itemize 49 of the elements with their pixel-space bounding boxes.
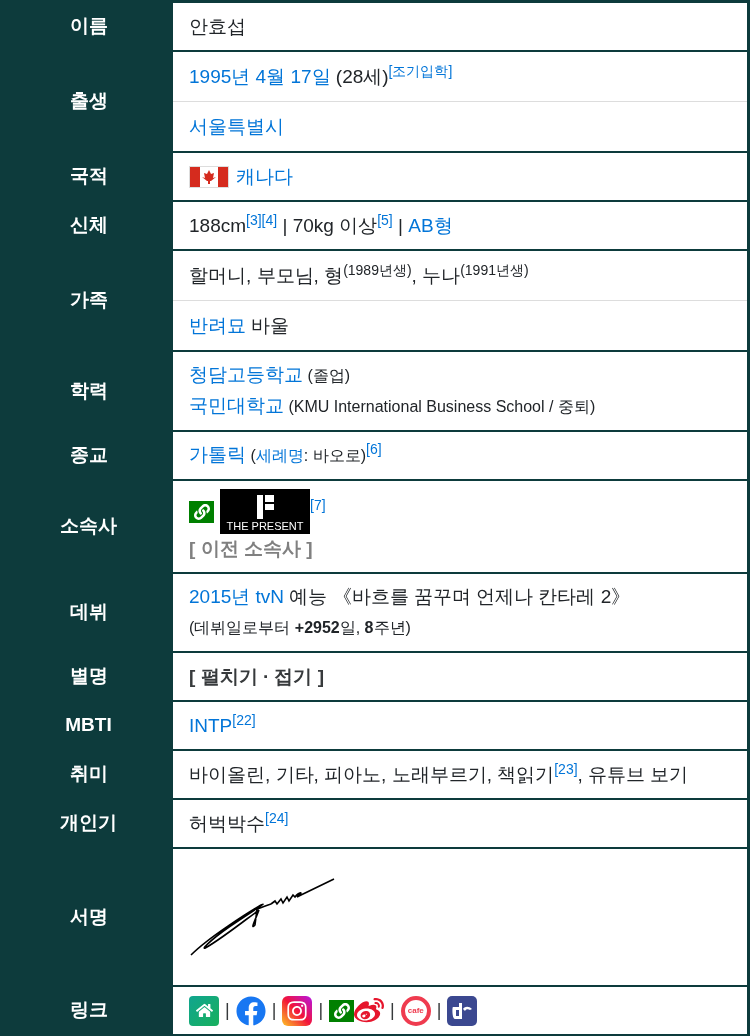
footnote-link[interactable]: [3] <box>246 211 262 228</box>
info-text: 허벅박수$^{[24]}$ <box>189 808 290 836</box>
instagram-icon[interactable] <box>282 996 313 1026</box>
link[interactable]: 국민대학교 <box>189 395 284 416</box>
footnote-link[interactable]: [7] <box>310 496 326 513</box>
link-icon[interactable] <box>189 500 214 523</box>
facebook-icon[interactable] <box>235 996 266 1026</box>
link[interactable]: 캐나다 <box>236 165 293 187</box>
info-text: 2015년 tvN 예능 《바흐를 꿈꾸며 언제나 칸타레 2》 <box>189 585 632 609</box>
footnote-link[interactable]: [5] <box>377 211 393 228</box>
home-icon[interactable] <box>189 996 219 1026</box>
info-text: (데뷔일로부터 +2952일, 8주년) <box>189 618 412 638</box>
info-text: 할머니, 부모님, 형$^{(1989년생)}$, 누나$^{(1991년생)}$ <box>189 260 530 288</box>
link[interactable]: 세례명 <box>255 447 304 464</box>
cafe-icon[interactable]: cafe <box>400 996 431 1026</box>
flag-icon <box>189 166 229 189</box>
separator: | <box>225 1000 230 1020</box>
footnote-link[interactable]: [4] <box>261 211 278 228</box>
link[interactable]: 반려묘 <box>189 314 246 336</box>
footnote-link[interactable]: [조기입학] <box>388 62 453 79</box>
separator: | <box>271 1000 277 1020</box>
info-text: 안효섭 <box>189 14 247 39</box>
separator: | <box>436 1000 442 1020</box>
info-text: 188cm$^{[3]}$$^{[4]}$ | 70kg 이상$^{[5]}$ | AB형 <box>189 210 454 238</box>
separator: | <box>318 1000 324 1020</box>
link[interactable]: 청담고등학교 <box>189 364 303 385</box>
link[interactable]: 1995년 4월 17일 <box>189 65 331 87</box>
separator: | <box>390 1000 395 1020</box>
logo-mark-icon <box>254 495 276 519</box>
link-icon[interactable] <box>329 1000 355 1022</box>
info-text: 가톨릭 (세례명: 바오로)$^{[6]}$ <box>189 440 383 467</box>
info-text: 반려묘 바울 <box>189 313 291 338</box>
footnote-link[interactable]: [6] <box>366 441 382 457</box>
logo-text: THE PRESENT <box>226 521 304 532</box>
footnote-link[interactable]: [22] <box>232 711 256 728</box>
info-text: 청담고등학교 (졸업) <box>189 363 352 387</box>
info-text: 국민대학교 (KMU International Business School / 중퇴) <box>189 394 597 418</box>
toggle-link[interactable]: [ 펼치기 · 접기 ] <box>189 661 325 692</box>
toggle-link[interactable]: [ 이전 소속사 ] <box>189 534 313 564</box>
link[interactable]: 2015년 tvN <box>189 586 285 607</box>
link[interactable]: AB형 <box>408 214 453 236</box>
info-text: 바이올린, 기타, 피아노, 노래부르기, 책읽기$^{[23]}$, 유튜브 보기 <box>189 759 690 787</box>
link[interactable]: 가톨릭 <box>189 444 246 465</box>
dc-icon[interactable] <box>447 996 478 1026</box>
link[interactable]: INTP <box>189 714 233 736</box>
info-text: 1995년 4월 17일 (28세)$^{[조기입학]}$ <box>189 61 454 89</box>
footnote-link[interactable]: [24] <box>265 809 289 826</box>
link[interactable]: 서울특별시 <box>189 115 284 137</box>
footnote-link[interactable]: [23] <box>554 760 578 777</box>
